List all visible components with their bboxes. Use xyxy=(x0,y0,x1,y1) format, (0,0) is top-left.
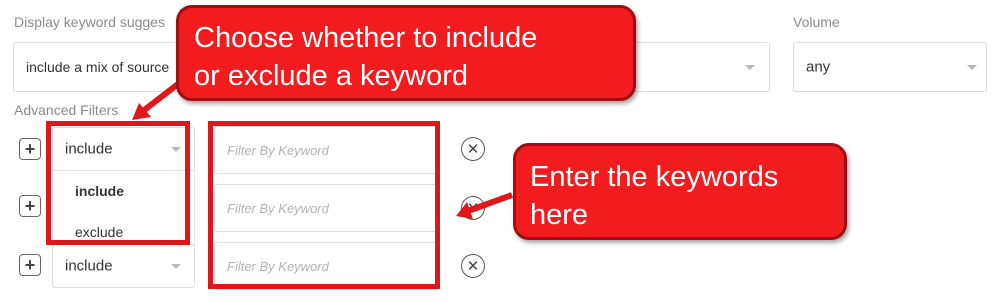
volume-value: any xyxy=(806,58,831,76)
keyword-inputs-highlight xyxy=(208,121,440,289)
advanced-filters-label: Advanced Filters xyxy=(14,102,119,118)
plus-icon: + xyxy=(24,255,36,275)
volume-select[interactable]: any xyxy=(793,42,987,92)
mode-select-highlight xyxy=(46,121,190,245)
volume-label: Volume xyxy=(793,14,840,30)
mode-callout: Choose whether to include or exclude a k… xyxy=(176,5,636,101)
chevron-down-icon xyxy=(171,264,181,269)
add-filter-button[interactable]: + xyxy=(19,254,41,276)
filter-mode-value: include xyxy=(65,257,113,275)
plus-icon: + xyxy=(24,139,36,159)
close-icon: ✕ xyxy=(466,140,480,158)
remove-filter-button[interactable]: ✕ xyxy=(461,196,485,220)
plus-icon: + xyxy=(24,196,36,216)
mode-callout-line1: Choose whether to include xyxy=(194,22,538,54)
add-filter-button[interactable]: + xyxy=(19,195,41,217)
remove-filter-button[interactable]: ✕ xyxy=(461,137,485,161)
keywords-callout-line2: here xyxy=(530,199,589,231)
keywords-callout: Enter the keywords here xyxy=(513,143,847,240)
chevron-down-icon xyxy=(967,65,977,70)
chevron-down-icon xyxy=(745,65,755,70)
remove-filter-button[interactable]: ✕ xyxy=(461,254,485,278)
mode-callout-line2: or exclude a keyword xyxy=(194,60,469,92)
keywords-callout-line1: Enter the keywords xyxy=(530,161,779,193)
display-keyword-suggestions-label: Display keyword sugges xyxy=(14,14,165,30)
filter-mode-select[interactable]: include xyxy=(52,244,195,288)
keyword-suggestions-value: include a mix of source xyxy=(26,59,170,75)
close-icon: ✕ xyxy=(466,257,480,275)
close-icon: ✕ xyxy=(466,199,480,217)
add-filter-button[interactable]: + xyxy=(19,138,41,160)
